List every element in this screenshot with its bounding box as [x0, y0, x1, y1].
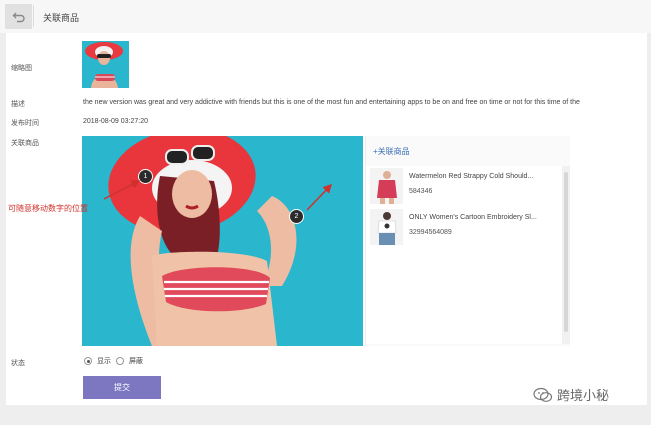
position-hint-callout: 可随意移动数字的位置	[8, 204, 88, 213]
status-hide-radio[interactable]	[116, 357, 124, 365]
publish-time: 2018-08-09 03:27:20	[83, 118, 148, 125]
add-related-product-link[interactable]: +关联商品	[373, 146, 410, 157]
product-marker-2[interactable]: 2	[289, 209, 304, 224]
related-product-item[interactable]: Watermelon Red Strappy Cold Should... 58…	[370, 168, 560, 206]
product-id: 584346	[409, 188, 433, 195]
back-arrow-icon	[12, 12, 25, 22]
status-label: 状态	[11, 360, 25, 367]
description-label: 描述	[11, 101, 25, 108]
form-panel: 缩略图 描述 the new version was great and ver…	[6, 33, 647, 405]
submit-button[interactable]: 提交	[83, 376, 161, 399]
wechat-icon	[533, 387, 553, 402]
status-radio-group: 显示 屏蔽	[84, 356, 143, 366]
scrollbar-thumb[interactable]	[564, 172, 568, 332]
related-product-item[interactable]: ONLY Women's Cartoon Embroidery Sl... 32…	[370, 209, 560, 247]
product-marker-1[interactable]: 1	[138, 169, 153, 184]
product-thumbnail	[370, 209, 403, 245]
related-list-scrollbar[interactable]	[562, 166, 570, 344]
header-divider	[33, 5, 34, 27]
publish-time-label: 发布时间	[11, 120, 39, 127]
related-products-panel: +关联商品 Watermelon Red Strappy Cold Should…	[365, 136, 570, 346]
related-products-list: Watermelon Red Strappy Cold Should... 58…	[366, 166, 562, 344]
description-text: the new version was great and very addic…	[83, 99, 580, 106]
product-title: ONLY Women's Cartoon Embroidery Sl...	[409, 214, 537, 221]
status-show-radio[interactable]	[84, 357, 92, 365]
thumbnail-image[interactable]	[82, 41, 129, 88]
page-title: 关联商品	[43, 13, 80, 23]
page-header: 关联商品	[0, 0, 651, 33]
related-products-label: 关联商品	[11, 140, 39, 147]
main-product-photo: 1 2	[82, 136, 363, 346]
back-button[interactable]	[5, 4, 32, 29]
wechat-watermark: 跨境小秘	[533, 385, 609, 404]
product-id: 32994564089	[409, 229, 452, 236]
status-hide-label: 屏蔽	[129, 358, 143, 365]
status-show-label: 显示	[97, 358, 111, 365]
thumbnail-label: 缩略图	[11, 65, 32, 72]
product-thumbnail	[370, 168, 403, 204]
watermark-text: 跨境小秘	[557, 388, 610, 403]
product-title: Watermelon Red Strappy Cold Should...	[409, 173, 534, 180]
